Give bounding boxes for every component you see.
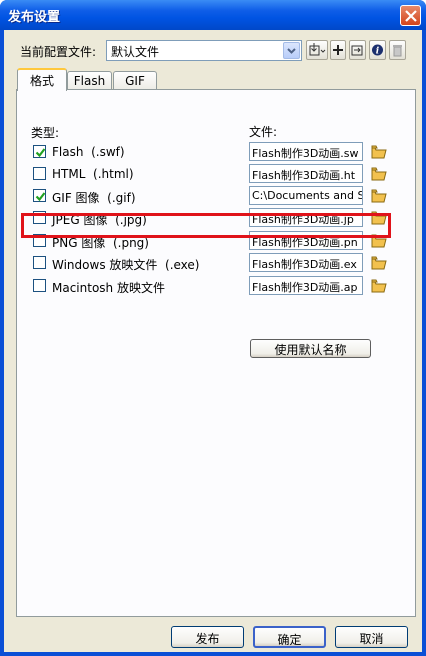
file-name-value: Flash制作3D动画.ex — [252, 258, 357, 271]
plus-icon — [333, 45, 343, 55]
file-name-field[interactable]: Flash制作3D动画.ht — [249, 164, 363, 183]
format-label: Windows 放映文件 (.exe) — [52, 258, 200, 272]
add-profile-button[interactable] — [330, 40, 346, 60]
duplicate-profile-button[interactable] — [349, 40, 366, 60]
tab-gif-label: GIF — [125, 74, 145, 88]
window-title: 发布设置 — [8, 10, 61, 25]
profile-select[interactable]: 默认文件 — [106, 40, 302, 61]
tab-flash[interactable]: Flash — [67, 71, 112, 90]
file-name-field[interactable]: Flash制作3D动画.jp — [249, 208, 363, 227]
file-name-value: Flash制作3D动画.jp — [252, 213, 354, 226]
folder-icon[interactable] — [371, 232, 387, 252]
title-bar[interactable]: 发布设置 — [0, 0, 426, 30]
profile-label: 当前配置文件: — [20, 45, 97, 59]
folder-icon[interactable] — [371, 187, 387, 207]
folder-icon[interactable] — [371, 277, 387, 297]
file-column-header: 文件: — [249, 125, 278, 139]
info-icon: i — [372, 44, 383, 57]
close-icon — [405, 10, 417, 22]
file-name-value: Flash制作3D动画.pn — [252, 236, 358, 249]
format-row: HTML (.html) Flash制作3D动画.ht — [17, 164, 415, 184]
svg-text:i: i — [376, 47, 380, 57]
tab-formats[interactable]: 格式 — [17, 68, 67, 91]
formats-panel: 类型: 文件: Flash (.swf) Flash制作3D动画.sw HTML (… — [16, 89, 416, 617]
trash-icon — [393, 45, 402, 57]
checkmark-icon — [35, 192, 46, 202]
file-name-value: Flash制作3D动画.ht — [252, 169, 356, 182]
file-name-field[interactable]: Flash制作3D动画.pn — [249, 231, 363, 250]
profile-properties-button[interactable]: i — [369, 40, 386, 60]
dialog-window: 发布设置 当前配置文件: 默认文件 i 格式 Flash GIF 类型: 文件:… — [0, 0, 426, 656]
chevron-down-icon — [287, 48, 296, 54]
publish-button[interactable]: 发布 — [171, 626, 244, 648]
format-label: JPEG 图像 (.jpg) — [52, 213, 147, 227]
profile-value: 默认文件 — [111, 45, 160, 59]
cancel-label: 取消 — [359, 632, 384, 646]
folder-icon[interactable] — [371, 209, 387, 229]
ok-button[interactable]: 确定 — [253, 626, 326, 648]
publish-label: 发布 — [195, 632, 220, 646]
format-checkbox[interactable] — [33, 167, 46, 180]
file-name-field[interactable]: Flash制作3D动画.sw — [249, 142, 363, 161]
use-default-names-button[interactable]: 使用默认名称 — [250, 339, 371, 358]
format-label: HTML (.html) — [52, 167, 134, 181]
ok-label: 确定 — [277, 633, 302, 647]
file-name-value: Flash制作3D动画.ap — [252, 281, 358, 294]
format-row: Flash (.swf) Flash制作3D动画.sw — [17, 142, 415, 162]
format-row: GIF 图像 (.gif) C:\Documents and S — [17, 186, 415, 206]
folder-icon[interactable] — [371, 165, 387, 185]
tab-flash-label: Flash — [73, 74, 106, 88]
format-checkbox[interactable] — [33, 189, 46, 202]
tab-gif[interactable]: GIF — [113, 71, 157, 90]
format-checkbox[interactable] — [33, 234, 46, 247]
dropdown-button[interactable] — [283, 42, 300, 59]
format-label: Flash (.swf) — [52, 145, 125, 159]
type-column-header: 类型: — [31, 126, 60, 140]
format-checkbox[interactable] — [33, 256, 46, 269]
cancel-button[interactable]: 取消 — [335, 626, 408, 648]
format-checkbox[interactable] — [33, 211, 46, 224]
format-checkbox[interactable] — [33, 279, 46, 292]
delete-profile-button[interactable] — [389, 40, 406, 60]
file-name-field[interactable]: Flash制作3D动画.ex — [249, 253, 363, 272]
format-row: Windows 放映文件 (.exe) Flash制作3D动画.ex — [17, 253, 415, 273]
use-default-names-label: 使用默认名称 — [274, 343, 347, 357]
folder-icon[interactable] — [371, 254, 387, 274]
tab-formats-label: 格式 — [29, 74, 54, 88]
format-label: PNG 图像 (.png) — [52, 236, 149, 250]
format-checkbox[interactable] — [33, 145, 46, 158]
format-row: JPEG 图像 (.jpg) Flash制作3D动画.jp — [17, 208, 415, 228]
file-name-field[interactable]: C:\Documents and S — [249, 186, 363, 205]
format-row: Macintosh 放映文件 Flash制作3D动画.ap — [17, 276, 415, 296]
format-label: GIF 图像 (.gif) — [52, 191, 136, 205]
file-name-value: Flash制作3D动画.sw — [252, 147, 359, 160]
file-name-field[interactable]: Flash制作3D动画.ap — [249, 276, 363, 295]
close-button[interactable] — [400, 5, 421, 26]
format-label: Macintosh 放映文件 — [52, 281, 165, 295]
checkmark-icon — [35, 148, 46, 158]
file-name-value: C:\Documents and S — [252, 189, 363, 202]
dialog-body: 当前配置文件: 默认文件 i 格式 Flash GIF 类型: 文件: Flas… — [4, 30, 422, 652]
duplicate-icon — [351, 45, 363, 56]
import-export-button[interactable] — [306, 40, 328, 60]
format-row: PNG 图像 (.png) Flash制作3D动画.pn — [17, 231, 415, 251]
import-export-icon — [309, 43, 326, 56]
folder-icon[interactable] — [371, 143, 387, 163]
